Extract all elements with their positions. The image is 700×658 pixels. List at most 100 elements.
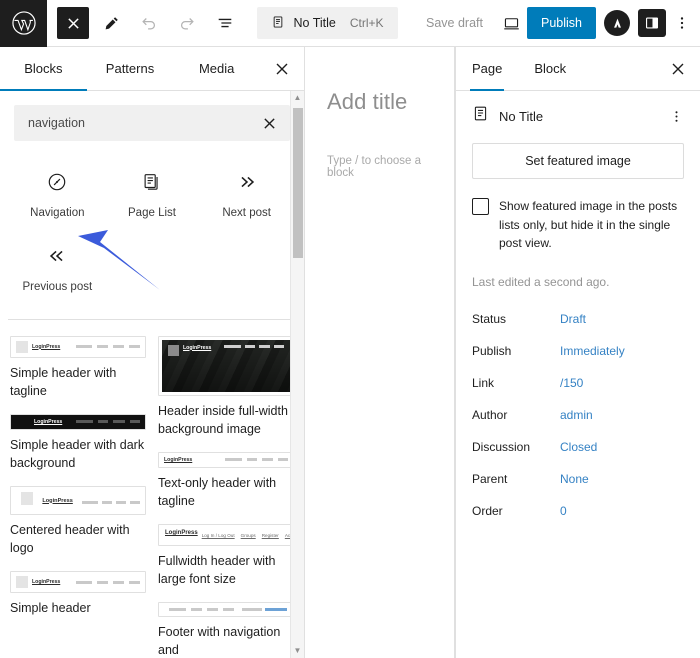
featured-image-checkbox-label: Show featured image in the posts lists o… xyxy=(499,199,678,251)
meta-row-parent: Parent None xyxy=(472,463,684,495)
pattern-brand: LoginPress xyxy=(32,579,61,586)
default-block-placeholder[interactable]: Type / to choose a block xyxy=(327,155,432,179)
close-editor-button[interactable] xyxy=(57,7,89,39)
pattern-brand: LoginPress xyxy=(183,344,212,351)
pattern-brand: LoginPress xyxy=(42,497,73,504)
set-featured-image-button[interactable]: Set featured image xyxy=(472,143,684,179)
block-item-previous-post[interactable]: Previous post xyxy=(10,237,105,301)
meta-value[interactable]: admin xyxy=(560,408,593,422)
inserter-tablist: Blocks Patterns Media xyxy=(0,47,304,91)
meta-value[interactable]: None xyxy=(560,472,589,486)
meta-row-link: Link /150 xyxy=(472,367,684,399)
more-options-icon[interactable] xyxy=(669,109,684,124)
close-inserter-icon[interactable] xyxy=(260,47,304,90)
block-inserter-panel: Blocks Patterns Media navigation Navigat… xyxy=(0,47,305,658)
meta-value[interactable]: Closed xyxy=(560,440,597,454)
meta-key: Status xyxy=(472,311,507,326)
pattern-item[interactable]: LoginPress Text-only header with tagline xyxy=(158,451,294,510)
pattern-item[interactable]: LoginPress Log In / Log Out Groups Regis… xyxy=(158,524,294,588)
meta-key: Order xyxy=(472,503,503,518)
pattern-caption: Simple header with dark background xyxy=(10,437,145,470)
edit-pencil-icon[interactable] xyxy=(95,7,127,39)
close-sidebar-icon[interactable] xyxy=(656,47,700,90)
meta-value[interactable]: /150 xyxy=(560,376,583,390)
settings-sidebar-icon[interactable] xyxy=(638,9,666,37)
pattern-brand: LoginPress xyxy=(164,456,193,463)
clear-search-icon[interactable] xyxy=(259,113,280,134)
tab-media[interactable]: Media xyxy=(173,47,260,90)
block-label: Page List xyxy=(128,207,176,219)
document-icon xyxy=(472,105,489,127)
tab-blocks[interactable]: Blocks xyxy=(0,47,87,91)
scroll-down-arrow-icon[interactable]: ▼ xyxy=(294,644,302,658)
block-item-next-post[interactable]: Next post xyxy=(199,163,294,227)
editor-canvas[interactable]: Add title Type / to choose a block xyxy=(305,47,455,658)
pattern-caption: Header inside full-width background imag… xyxy=(158,403,288,436)
meta-row-author: Author admin xyxy=(472,399,684,431)
page-list-icon xyxy=(141,169,163,195)
wordpress-block-editor: No Title Ctrl+K Save draft Publish Block… xyxy=(0,0,700,658)
tab-patterns[interactable]: Patterns xyxy=(87,47,174,90)
featured-image-checkbox[interactable] xyxy=(472,198,489,215)
pattern-thumbnail: LoginPress xyxy=(10,335,146,358)
meta-row-discussion: Discussion Closed xyxy=(472,431,684,463)
settings-sidebar: Page Block No Title Set featured image S… xyxy=(455,47,700,658)
search-input[interactable] xyxy=(28,116,259,130)
pattern-item[interactable]: Footer with navigation and xyxy=(158,602,294,658)
meta-row-publish: Publish Immediately xyxy=(472,335,684,367)
pattern-item[interactable]: LoginPress Header inside full-width back… xyxy=(158,335,294,438)
pattern-thumbnail: LoginPress Log In / Log Out Groups Regis… xyxy=(158,524,294,547)
meta-row-status: Status Draft xyxy=(472,303,684,335)
editor-top-toolbar: No Title Ctrl+K Save draft Publish xyxy=(0,0,700,47)
save-draft-button[interactable]: Save draft xyxy=(414,16,495,30)
plugin-avatar-icon[interactable] xyxy=(604,10,630,36)
block-label: Navigation xyxy=(30,207,85,219)
inserter-scroll-area: Navigation Page List xyxy=(0,91,304,658)
post-title-placeholder[interactable]: Add title xyxy=(327,89,432,115)
tab-page[interactable]: Page xyxy=(456,47,518,91)
pattern-item[interactable]: LoginPress Simple header xyxy=(10,571,146,617)
pattern-item[interactable]: LoginPress Simple header with dark backg… xyxy=(10,413,146,472)
wordpress-logo-icon[interactable] xyxy=(0,0,47,47)
pattern-thumbnail: LoginPress xyxy=(158,335,294,396)
pattern-item[interactable]: LoginPress Centered header with logo xyxy=(10,486,146,557)
pattern-caption: Centered header with logo xyxy=(10,523,130,556)
block-item-navigation[interactable]: Navigation xyxy=(10,163,105,227)
search-section xyxy=(0,91,304,141)
toolbar-left-group xyxy=(47,7,241,39)
meta-value[interactable]: Draft xyxy=(560,312,586,326)
preview-desktop-icon[interactable] xyxy=(495,7,527,39)
meta-key: Discussion xyxy=(472,439,531,454)
more-options-icon[interactable] xyxy=(666,7,698,39)
tab-block[interactable]: Block xyxy=(518,47,582,90)
pattern-caption: Text-only header with tagline xyxy=(158,475,277,508)
publish-button[interactable]: Publish xyxy=(527,7,596,39)
pattern-item[interactable]: LoginPress Simple header with tagline xyxy=(10,335,146,400)
meta-key: Author xyxy=(472,407,508,422)
pattern-link: Log In / Log Out xyxy=(201,532,235,538)
scroll-up-arrow-icon[interactable]: ▲ xyxy=(294,91,302,105)
inserter-scrollbar[interactable]: ▲ ▼ xyxy=(290,91,304,658)
editor-body: Blocks Patterns Media navigation Navigat… xyxy=(0,47,700,658)
post-meta-list: Status Draft Publish Immediately Link /1… xyxy=(472,303,684,527)
pattern-caption: Fullwidth header with large font size xyxy=(158,554,276,587)
redo-icon[interactable] xyxy=(171,7,203,39)
block-label: Next post xyxy=(222,207,271,219)
featured-image-checkbox-row[interactable]: Show featured image in the posts lists o… xyxy=(472,197,684,253)
block-item-page-list[interactable]: Page List xyxy=(105,163,200,227)
document-command-chip[interactable]: No Title Ctrl+K xyxy=(257,7,398,39)
meta-value[interactable]: 0 xyxy=(560,504,567,518)
meta-value[interactable]: Immediately xyxy=(560,344,625,358)
meta-key: Publish xyxy=(472,343,512,358)
sidebar-tablist: Page Block xyxy=(456,47,700,91)
pattern-results-list: LoginPress Simple header with tagline Lo… xyxy=(0,320,304,658)
pattern-thumbnail: LoginPress xyxy=(10,413,146,430)
sidebar-document-row: No Title xyxy=(472,105,684,127)
document-chip-title: No Title xyxy=(293,16,336,30)
meta-row-order: Order 0 xyxy=(472,495,684,527)
undo-icon[interactable] xyxy=(133,7,165,39)
scrollbar-thumb[interactable] xyxy=(293,108,303,258)
search-box[interactable] xyxy=(14,105,290,141)
document-chip-shortcut: Ctrl+K xyxy=(349,16,384,30)
list-view-icon[interactable] xyxy=(209,7,241,39)
